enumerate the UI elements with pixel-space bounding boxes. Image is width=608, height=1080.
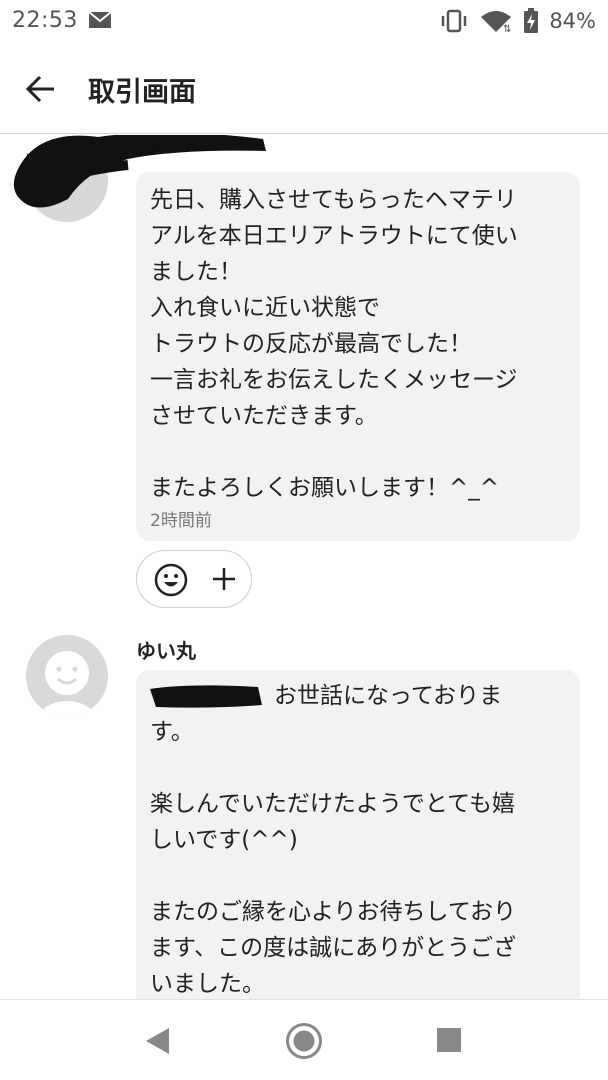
message-line: 先日、購入させてもらったヘマテリ <box>150 187 517 213</box>
message-line <box>150 750 566 786</box>
status-icons: ⇅ 84% <box>439 8 596 34</box>
nav-back-icon[interactable] <box>143 1026 171 1056</box>
message-line: 一言お礼をお伝えしたくメッセージ <box>150 367 518 393</box>
arrow-left-icon[interactable] <box>24 74 56 104</box>
message-line <box>150 858 566 894</box>
avatar <box>26 635 108 717</box>
message-bubble: お世話になっておりま す。 楽しんでいただけたようでとても嬉 しいです(^^) … <box>136 670 580 999</box>
status-time: 22:53 <box>12 8 78 33</box>
person-icon <box>39 651 95 717</box>
message-line: トラウトの反応が最高でした！ <box>150 331 472 357</box>
message-line: 入れ食いに近い状態で <box>150 295 380 321</box>
status-bar: 22:53 ⇅ 84% <box>0 0 608 44</box>
message-timestamp: 2時間前 <box>150 511 212 531</box>
system-nav-bar <box>0 999 608 1080</box>
message-line: させていただきます。 <box>150 403 378 429</box>
vibrate-icon <box>442 9 467 33</box>
battery-charging-icon <box>524 8 539 33</box>
message-line: またよろしくお願いします！^_^ <box>150 475 500 501</box>
message-line: ました！ <box>150 259 242 285</box>
message-line: お世話になっておりま <box>150 678 566 714</box>
message-line: す。 <box>150 719 194 745</box>
plus-icon[interactable] <box>211 566 237 592</box>
message-line: 楽しんでいただけたようでとても嬉 <box>150 791 516 817</box>
nav-home-icon[interactable] <box>285 1022 323 1060</box>
svg-text:⇅: ⇅ <box>503 24 511 33</box>
message-list[interactable]: 先日、購入させてもらったヘマテリ アルを本日エリアトラウトにて使い ました！ 入… <box>0 135 608 999</box>
redaction-mark <box>150 684 262 708</box>
message-line: またのご縁を心よりお待ちしており <box>150 899 517 925</box>
battery-percentage: 84% <box>549 9 596 33</box>
nav-recent-icon[interactable] <box>436 1027 462 1053</box>
mail-icon <box>88 11 112 28</box>
wifi-icon: ⇅ <box>481 11 512 33</box>
message-line: ます、この度は誠にありがとうござ <box>150 935 517 961</box>
message-line: アルを本日エリアトラウトにて使い <box>150 223 518 249</box>
message-bubble: 先日、購入させてもらったヘマテリ アルを本日エリアトラウトにて使い ました！ 入… <box>136 172 580 541</box>
page-title: 取引画面 <box>88 77 196 108</box>
app-bar: 取引画面 <box>0 44 608 134</box>
smile-icon[interactable] <box>154 563 188 597</box>
sender-name: ゆい丸 <box>136 639 196 663</box>
reaction-button[interactable] <box>136 550 252 608</box>
message-line-text: お世話になっておりま <box>274 683 503 709</box>
message-line: いました。 <box>150 971 265 997</box>
message-line: しいです(^^) <box>150 827 298 853</box>
message-line <box>150 434 566 470</box>
